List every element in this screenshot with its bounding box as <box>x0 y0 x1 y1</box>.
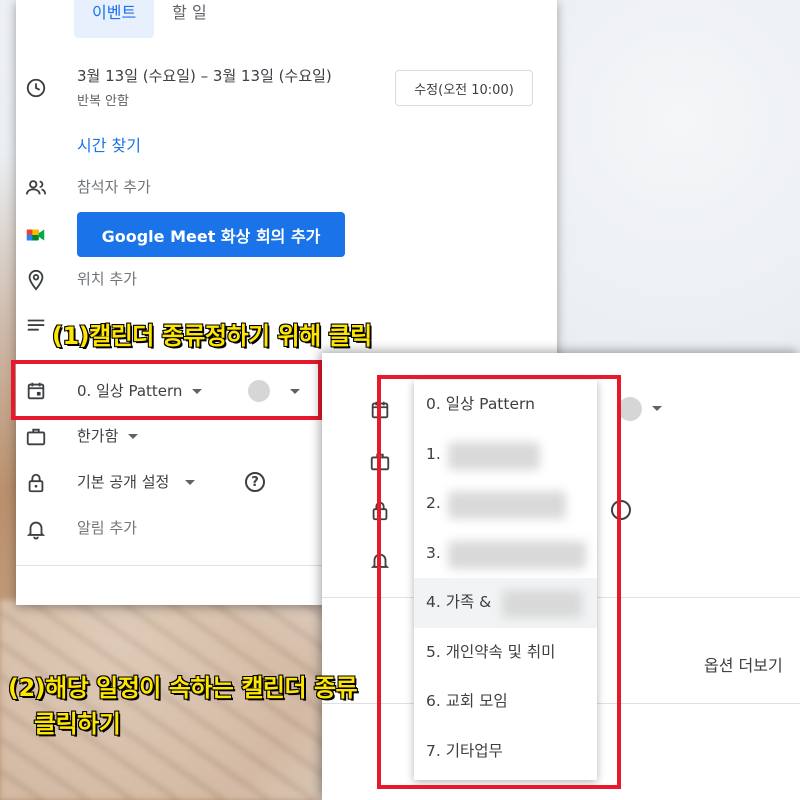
annotation-step1: (1)캘린더 종류정하기 위해 클릭 <box>51 321 373 351</box>
annotation-step2-line2: 클릭하기 <box>33 709 122 739</box>
busy-select-label: 한가함 <box>77 427 119 445</box>
tab-event[interactable]: 이벤트 <box>74 0 155 38</box>
visibility-select-label: 기본 공개 설정 <box>77 473 170 491</box>
add-guests-field[interactable]: 참석자 추가 <box>77 176 151 197</box>
google-meet-icon <box>24 223 48 247</box>
clock-icon <box>24 76 48 100</box>
briefcase-icon <box>24 425 48 449</box>
date-range[interactable]: 3월 13일 (수요일) – 3월 13일 (수요일) <box>77 65 332 86</box>
people-icon <box>24 176 48 200</box>
busy-select[interactable]: 한가함 <box>77 425 139 446</box>
tab-bar: 이벤트 할 일 <box>74 0 225 40</box>
find-time-link[interactable]: 시간 찾기 <box>77 132 141 156</box>
chevron-down-icon <box>128 434 139 439</box>
location-pin-icon <box>24 268 48 292</box>
bell-icon <box>24 517 48 541</box>
add-location-field[interactable]: 위치 추가 <box>77 268 137 289</box>
repeat-select[interactable]: 반복 안함 <box>77 90 129 109</box>
highlight-box-dropdown <box>377 375 621 789</box>
color-chevron-down-icon[interactable] <box>652 406 662 411</box>
visibility-select[interactable]: 기본 공개 설정 <box>77 471 196 492</box>
lock-icon <box>24 471 48 495</box>
tab-task[interactable]: 할 일 <box>154 0 225 38</box>
add-notification-button[interactable]: 알림 추가 <box>77 517 137 538</box>
timezone-button[interactable]: 수정(오전 10:00) <box>395 70 533 106</box>
description-icon <box>24 314 48 338</box>
annotation-step2-line1: (2)해당 일정이 속하는 캘린더 종류 <box>7 673 359 703</box>
google-meet-button[interactable]: Google Meet 화상 회의 추가 <box>77 212 345 257</box>
more-options-button[interactable]: 옵션 더보기 <box>704 652 783 676</box>
help-icon[interactable]: ? <box>245 472 265 492</box>
highlight-box-calendar-select <box>11 360 322 420</box>
event-color-select[interactable] <box>618 397 642 421</box>
chevron-down-icon <box>185 480 196 485</box>
